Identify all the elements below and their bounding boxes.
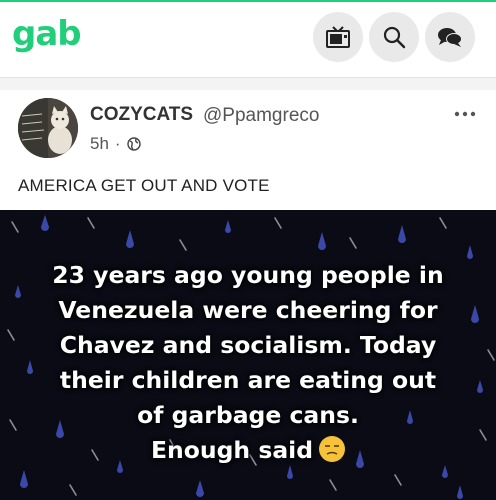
- post-card: COZYCATS @Ppamgreco 5h · AMERICA GET OUT…: [0, 90, 496, 500]
- ellipsis-icon: [454, 111, 476, 117]
- meta-separator: ·: [114, 134, 121, 153]
- media-caption-line: of garbage cans.: [137, 401, 359, 429]
- media-caption-last-line: Enough said: [0, 433, 496, 468]
- top-navigation-bar: gab: [0, 0, 496, 68]
- post-meta: 5h ·: [90, 134, 141, 154]
- media-caption: 23 years ago young people in Venezuela w…: [0, 258, 496, 468]
- gab-logo[interactable]: gab: [12, 14, 82, 54]
- chat-bubbles-icon: [438, 28, 462, 47]
- tv-button[interactable]: [313, 12, 363, 62]
- search-icon: [383, 26, 406, 49]
- media-caption-line: Venezuela were cheering for: [58, 296, 438, 324]
- chat-button[interactable]: [425, 12, 475, 62]
- post-timestamp[interactable]: 5h: [90, 134, 109, 154]
- unamused-face-icon: [319, 436, 346, 462]
- search-button[interactable]: [369, 12, 419, 62]
- feed-separator: [0, 78, 496, 90]
- post-media-image[interactable]: 23 years ago young people in Venezuela w…: [0, 210, 496, 500]
- avatar[interactable]: [18, 98, 78, 158]
- previous-post-text: · · · · · · · ·: [22, 68, 172, 74]
- previous-post-remnant: · · · · · · · ·: [0, 68, 496, 78]
- more-options-button[interactable]: [450, 104, 480, 124]
- tv-icon: [326, 26, 350, 48]
- cat-avatar-image: [18, 98, 78, 158]
- post-body-text: AMERICA GET OUT AND VOTE: [18, 176, 270, 195]
- media-caption-line: 23 years ago young people in: [52, 261, 444, 289]
- globe-icon: [126, 137, 141, 151]
- media-caption-line: Enough said: [150, 436, 314, 464]
- author-handle[interactable]: @Ppamgreco: [203, 105, 319, 127]
- author-display-name[interactable]: COZYCATS: [90, 104, 193, 126]
- media-caption-line: their children are eating out: [59, 366, 437, 394]
- media-caption-line: Chavez and socialism. Today: [59, 331, 437, 359]
